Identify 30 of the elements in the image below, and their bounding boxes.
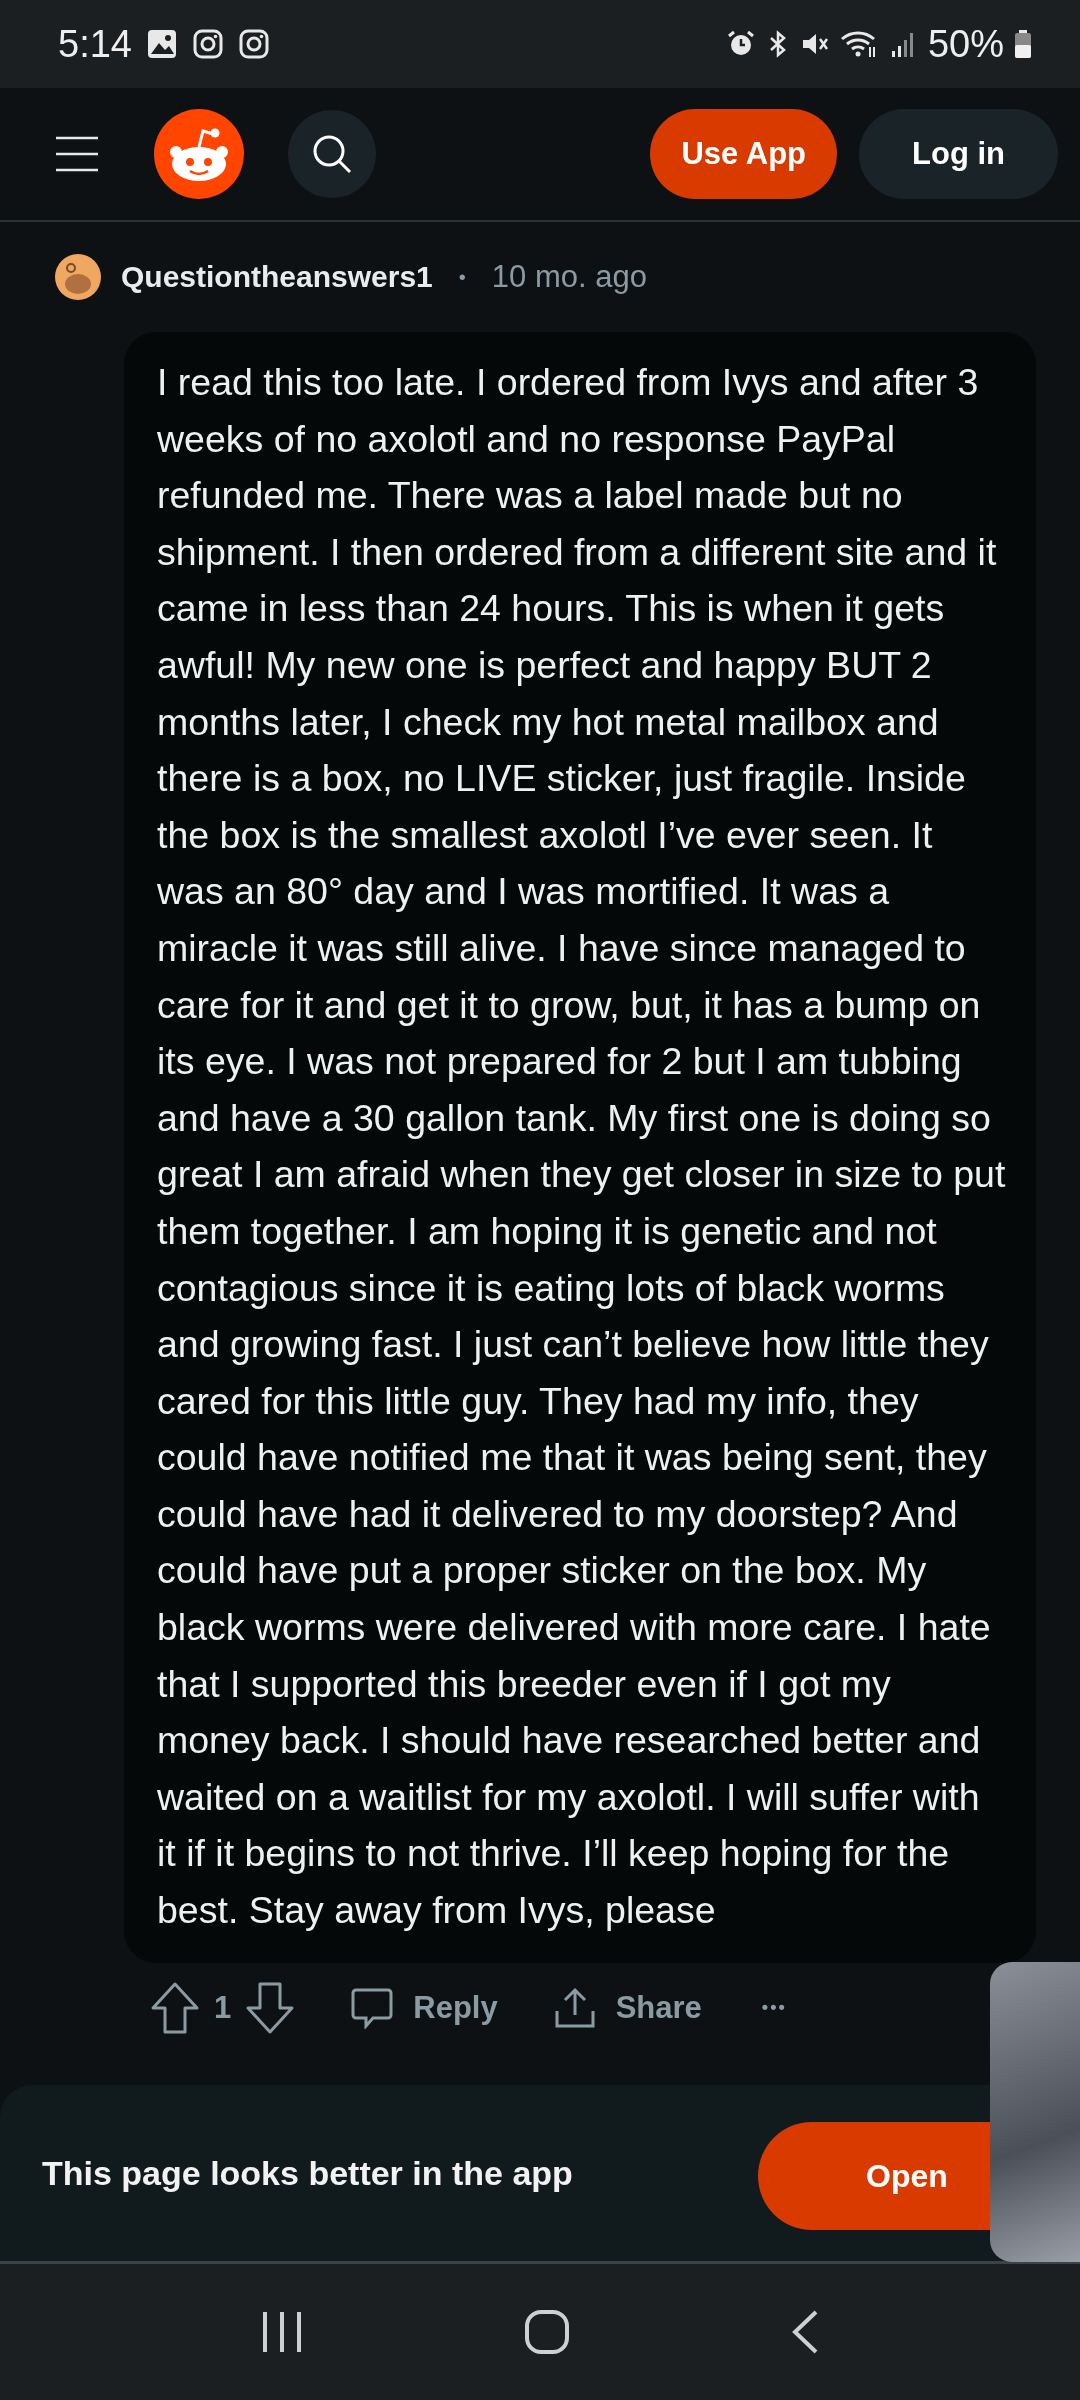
share-icon [553, 1986, 596, 2029]
avatar-icon [55, 254, 101, 300]
back-icon[interactable] [791, 2309, 820, 2355]
open-button[interactable]: Open [758, 2122, 990, 2230]
comment-body: I read this too late. I ordered from Ivys and after 3 weeks of no axolotl and no response PayPal refunded me. There was a label made but no shipment. I then ordered from a different site and it came in less than 24 hours. This is when it gets awful! My new one is perfect and happy BUT 2 months later, I check my hot metal mailbox and there is a box, no LIVE sticker, just fragile. Inside the box is the smallest axolotl I’ve ever seen. It was an 80° day and I was mortified. It was a miracle it was still alive. I have since managed to care for it and get it to grow, but, it has a bump on its eye. I was not prepared for 2 but I am tubbing and have a 30 gallon tank. My first one is doing so great I am afraid when they get closer in size to put them together. I am hoping it is genetic and not contagious since it is eating lots of black worms and growing fast. I just can’t believe how little they cared for this little guy. They had my info, they could have notified me that it was being sent, they could have had it delivered to my doorstep? And could have put a proper sticker on the box. My black worms were delivered with more care. I hate that I supported this breeder even if I got my money back. I should have researched better and waited on a waitlist for my axolotl. I will suffer with it if it begins to not thrive. I’ll keep hoping for the best. Stay away from Ivys, please [124, 332, 1036, 1963]
share-button[interactable]: Share [553, 1986, 702, 2029]
recent-apps-icon[interactable] [260, 2310, 303, 2354]
status-time: 5:14 [58, 22, 132, 66]
battery-percent: 50% [927, 22, 1004, 66]
dot-separator: • [458, 265, 466, 289]
reply-button[interactable]: Reply [351, 1986, 498, 2029]
battery-icon [1014, 29, 1032, 59]
alien-logo-icon[interactable] [154, 109, 244, 199]
banner-text: This page looks better in the app [42, 2153, 573, 2193]
camera-outline-icon [191, 28, 224, 60]
speech-bubble-icon [351, 1986, 394, 2029]
more-button[interactable]: ••• [761, 1997, 787, 2019]
video-thumbnail-placeholder[interactable] [990, 1962, 1080, 2262]
search-icon [311, 133, 353, 175]
camera-outline-icon [237, 28, 270, 60]
use-app-button[interactable]: Use App [650, 109, 837, 199]
login-button[interactable]: Log in [859, 109, 1058, 199]
menu-icon[interactable] [56, 136, 98, 172]
vote-count: 1 [214, 1989, 232, 2026]
comment-age: 10 mo. ago [491, 259, 647, 295]
home-icon[interactable] [524, 2309, 570, 2355]
upvote-icon[interactable] [150, 1980, 200, 2035]
username[interactable]: Questiontheanswers1 [121, 260, 433, 294]
downvote-icon[interactable] [245, 1980, 296, 2035]
gallery-icon [145, 28, 178, 60]
